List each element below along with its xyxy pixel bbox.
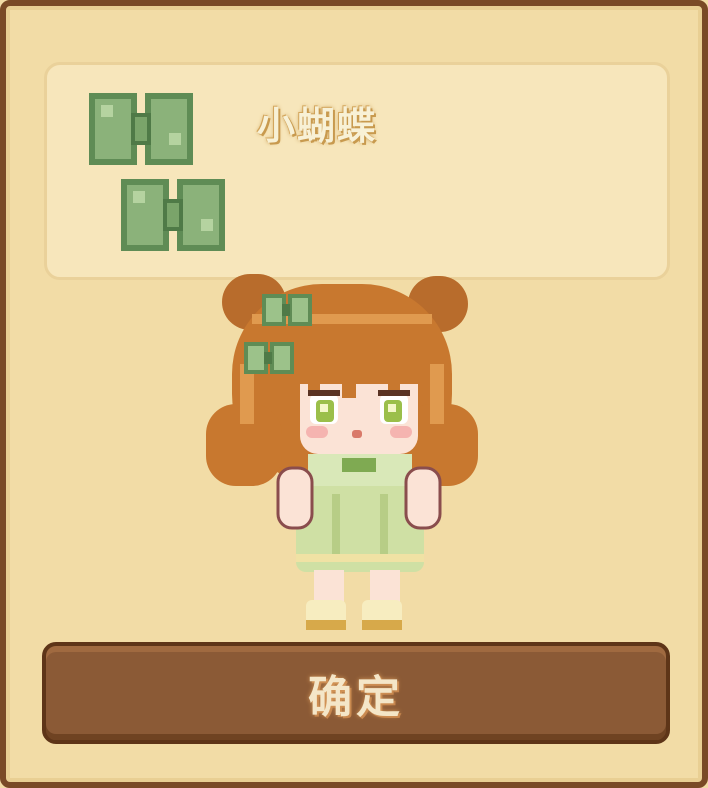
item-info-box: 小蝴蝶 bbox=[44, 62, 670, 280]
bow-hairpin-icon bbox=[89, 93, 225, 251]
item-name: 小蝴蝶 bbox=[257, 104, 378, 148]
character-avatar bbox=[206, 274, 478, 630]
dialog-panel: 小蝴蝶 确定 bbox=[0, 0, 708, 788]
confirm-button[interactable]: 确定 bbox=[42, 642, 670, 744]
confirm-button-label: 确定 bbox=[308, 672, 404, 723]
